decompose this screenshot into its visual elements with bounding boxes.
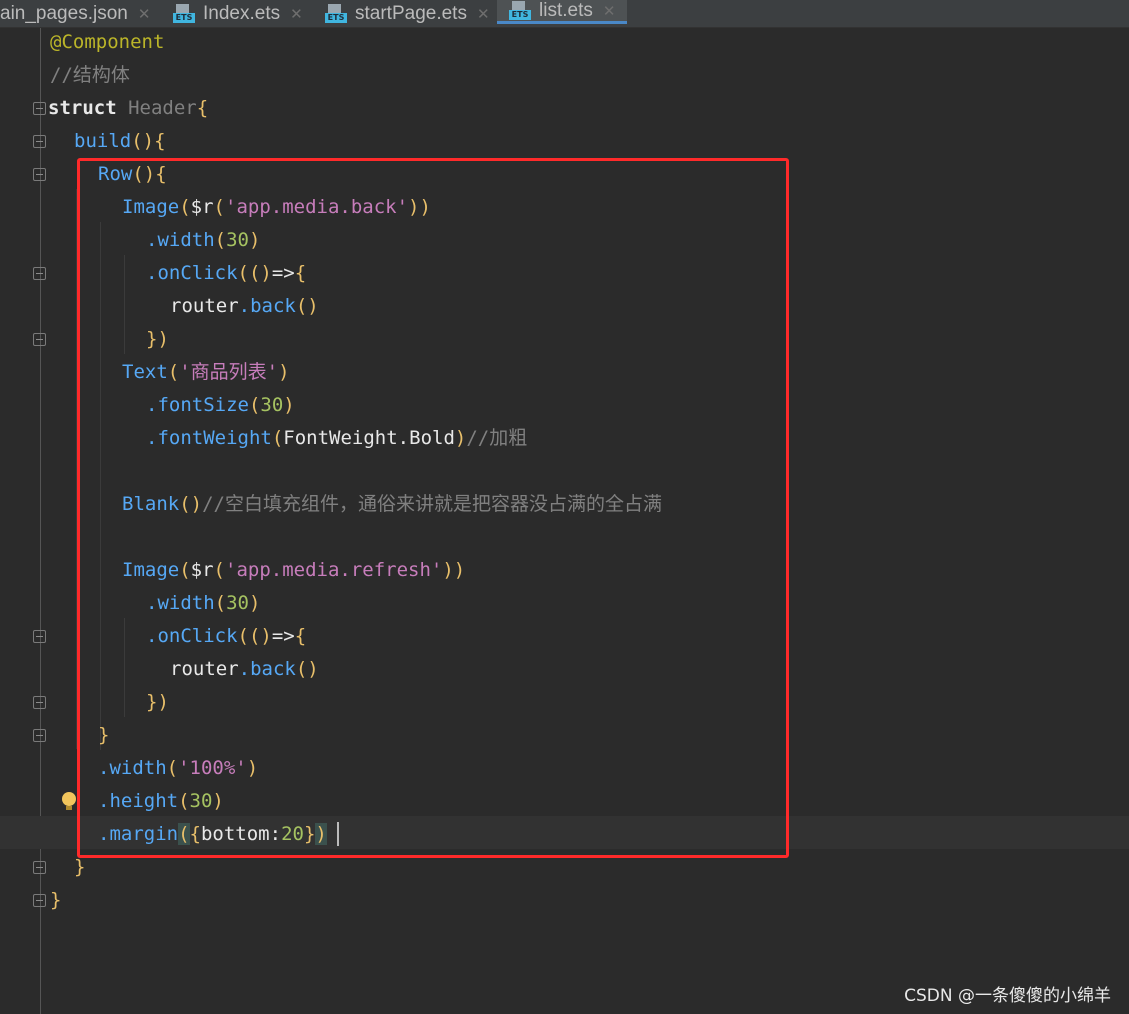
close-icon[interactable]: ✕ [603,2,616,20]
fold-icon[interactable] [33,267,46,280]
tab-index-ets[interactable]: ETS Index.ets ✕ [173,0,303,27]
annotation-highlight-box [77,158,789,858]
fold-icon[interactable] [33,135,46,148]
code-line-3: struct Header{ [48,97,209,119]
tab-main-pages-json[interactable]: ain_pages.json ✕ [0,0,150,27]
code-line-1: @Component [50,31,165,53]
fold-icon[interactable] [33,894,46,907]
tab-label: Index.ets [203,2,281,24]
fold-icon[interactable] [33,102,46,115]
code-line-4: build(){ [74,130,166,152]
code-line-2: //结构体 [50,64,130,86]
close-icon[interactable]: ✕ [290,5,303,23]
fold-icon[interactable] [33,630,46,643]
code-editor[interactable]: @Component //结构体 struct Header{ build(){… [0,28,1129,1014]
close-icon[interactable]: ✕ [138,5,151,23]
close-icon[interactable]: ✕ [477,5,490,23]
tab-label: list.ets [539,0,593,21]
ets-file-icon: ETS [325,3,347,24]
fold-icon[interactable] [33,729,46,742]
fold-icon[interactable] [33,861,46,874]
fold-icon[interactable] [33,168,46,181]
tab-startpage-ets[interactable]: ETS startPage.ets ✕ [325,0,490,27]
tab-label: startPage.ets [355,2,467,24]
lightbulb-icon[interactable] [62,792,76,810]
fold-icon[interactable] [33,333,46,346]
ets-file-icon: ETS [509,0,531,21]
ets-file-icon: ETS [173,3,195,24]
tab-label: ain_pages.json [0,2,128,24]
watermark: CSDN @一条傻傻的小绵羊 [904,986,1111,1006]
fold-icon[interactable] [33,696,46,709]
tab-list-ets[interactable]: ETS list.ets ✕ [497,0,627,24]
code-line-27: } [50,889,62,911]
editor-tab-bar: ain_pages.json ✕ ETS Index.ets ✕ ETS sta… [0,0,1129,28]
